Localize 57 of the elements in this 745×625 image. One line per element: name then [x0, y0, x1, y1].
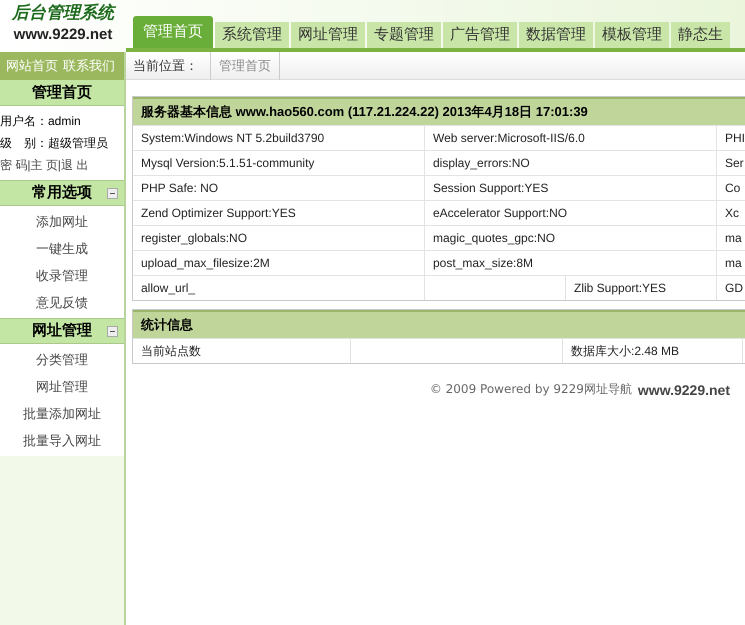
nav-tab[interactable]: 系统管理	[215, 22, 289, 48]
user-link[interactable]: |主 页|	[27, 154, 61, 176]
panel-heading: 统计信息	[133, 310, 745, 338]
collapse-toggle-icon[interactable]	[107, 188, 118, 199]
table-cell: display_errors:NO	[425, 151, 717, 175]
nav-tab[interactable]: 静态生	[671, 22, 730, 48]
user-link[interactable]: 退 出	[60, 154, 88, 176]
panel-heading: 服务器基本信息 www.hao560.com (117.21.224.22) 2013年4月18日 17:01:39	[133, 97, 745, 125]
logo-title: 后台管理系统	[12, 2, 114, 24]
table-cell: 当前站点数	[133, 339, 351, 363]
collapse-toggle-icon[interactable]	[107, 326, 118, 337]
sidebar-link[interactable]: 分类管理	[36, 346, 88, 373]
sidebar-heading: 管理首页	[0, 80, 124, 106]
table-cell: Xc	[717, 201, 745, 225]
table-cell: Ser	[717, 151, 745, 175]
table-cell: Co	[717, 176, 745, 200]
section-heading: 网址管理	[32, 320, 92, 341]
nav-tab[interactable]: 网址管理	[291, 22, 365, 48]
table-cell: Web server:Microsoft-IIS/6.0	[425, 126, 717, 150]
footer-text: © 2009 Powered by 9229网址导航	[430, 381, 632, 398]
nav-tab[interactable]: 专题管理	[367, 22, 441, 48]
nav-tab[interactable]: 广告管理	[443, 22, 517, 48]
sidebar-link[interactable]: 添加网址	[36, 208, 88, 235]
nav-tab[interactable]: 模板管理	[595, 22, 669, 48]
table-cell: ma	[717, 226, 745, 250]
field-label: 用户名：	[0, 113, 48, 130]
sidebar-link[interactable]: 一键生成	[36, 235, 88, 262]
table-cell: ma	[717, 251, 745, 275]
footer-link[interactable]: www.9229.net	[638, 380, 730, 401]
table-cell: System:Windows NT 5.2build3790	[133, 126, 425, 150]
table-cell: upload_max_filesize:2M	[133, 251, 425, 275]
table-cell: Mysql Version:5.1.51-community	[133, 151, 425, 175]
sidebar-link[interactable]: 收录管理	[36, 262, 88, 289]
table-cell: Zend Optimizer Support:YES	[133, 201, 425, 225]
table-cell: GD	[717, 276, 745, 300]
table-cell: 数据库大小:2.48 MB	[563, 339, 743, 363]
table-cell: post_max_size:8M	[425, 251, 717, 275]
sidebar-link[interactable]: 意见反馈	[36, 289, 88, 316]
sidebar-link[interactable]: 批量导入网址	[23, 427, 101, 454]
sidebar-link[interactable]: 批量添加网址	[23, 400, 101, 427]
table-cell: Zlib Support:YES	[565, 276, 716, 300]
table-cell: PHI	[717, 126, 745, 150]
field-value: admin	[48, 113, 81, 130]
table-cell: register_globals:NO	[133, 226, 425, 250]
nav-tab[interactable]: 数据管理	[519, 22, 593, 48]
logo-url: www.9229.net	[14, 25, 112, 45]
table-cell: eAccelerator Support:NO	[425, 201, 717, 225]
table-cell: allow_url_	[133, 276, 425, 300]
table-cell: Session Support:YES	[425, 176, 717, 200]
user-link[interactable]: 密 码	[0, 154, 28, 176]
field-value: 超级管理员	[48, 135, 108, 152]
table-cell: magic_quotes_gpc:NO	[425, 226, 717, 250]
breadcrumb-label: 当前位置：	[133, 56, 199, 75]
sidebar-link[interactable]: 网址管理	[36, 373, 88, 400]
field-label: 级 别：	[0, 135, 48, 152]
table-cell: PHP Safe: NO	[133, 176, 425, 200]
section-heading: 常用选项	[32, 182, 92, 203]
